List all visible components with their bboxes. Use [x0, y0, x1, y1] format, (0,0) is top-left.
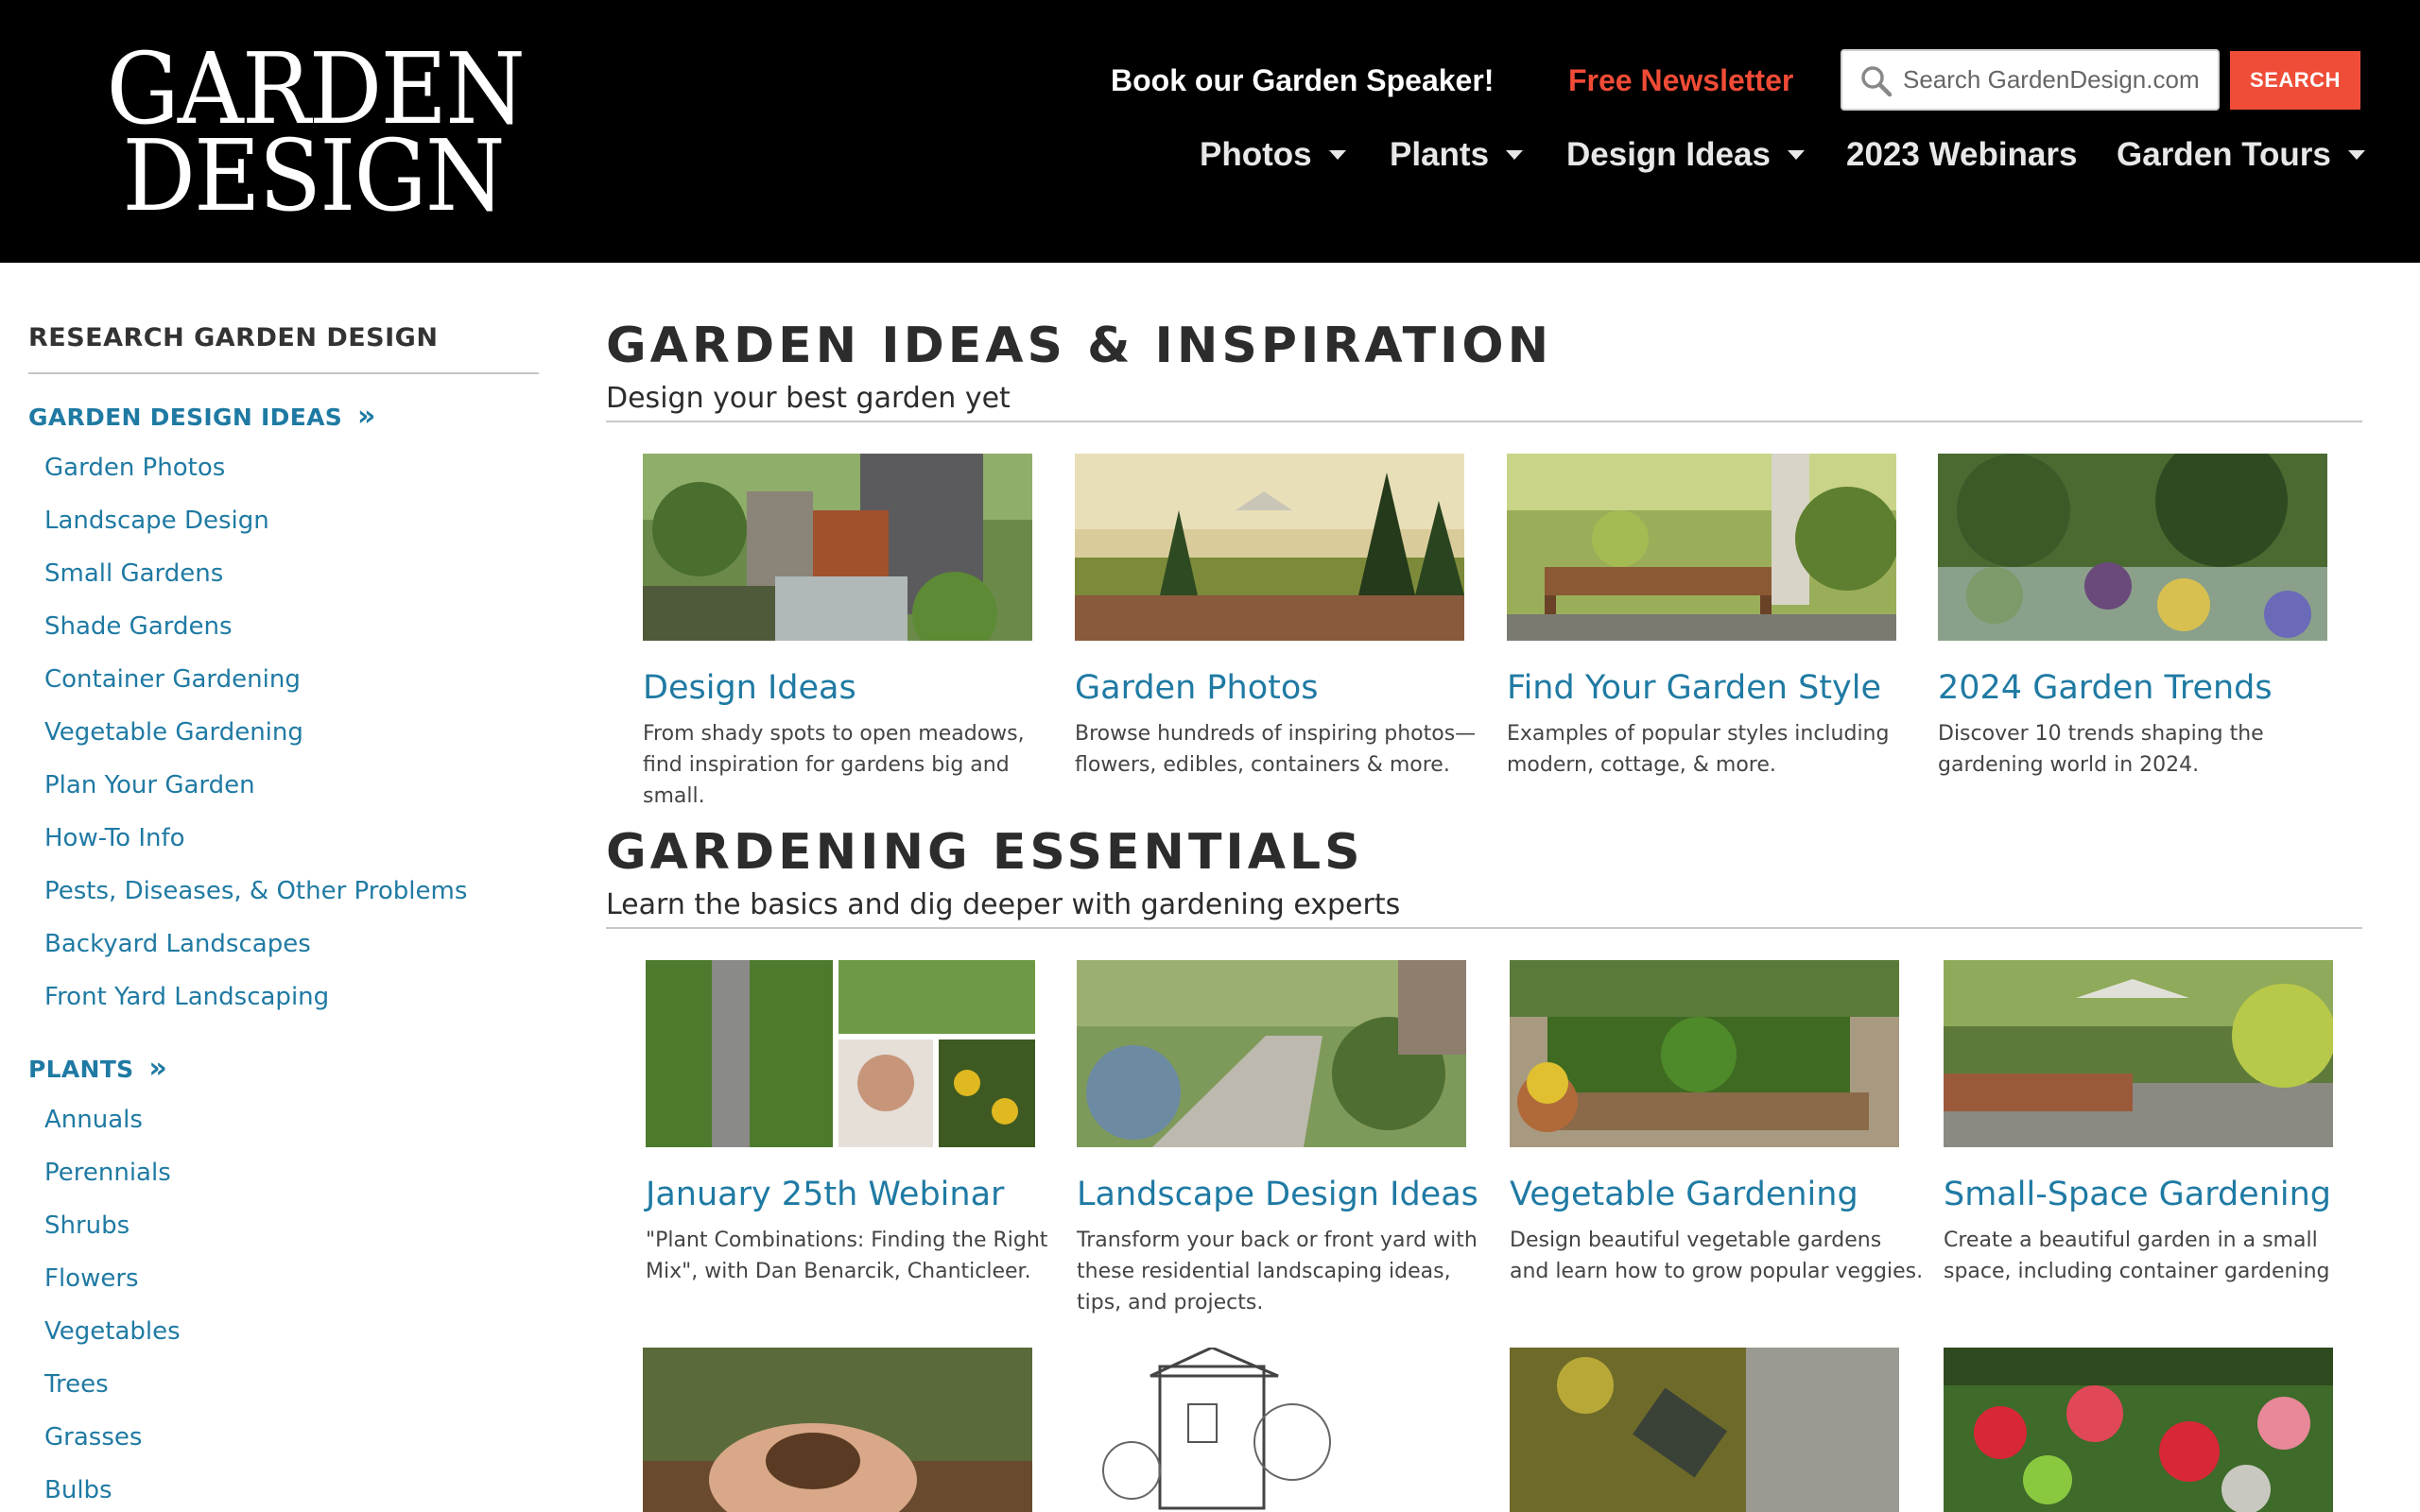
sidebar-item-pests-diseases[interactable]: Pests, Diseases, & Other Problems [44, 877, 467, 905]
sidebar-item-small-gardens[interactable]: Small Gardens [44, 559, 223, 588]
card-image[interactable] [1510, 960, 1899, 1147]
double-chevron-right-icon: » [148, 1052, 168, 1085]
section-title-essentials: GARDENING ESSENTIALS [606, 824, 1364, 881]
card-description: Discover 10 trends shaping the gardening… [1938, 722, 2264, 777]
sidebar-item-how-to-info[interactable]: How-To Info [44, 824, 185, 852]
caret-down-icon [1328, 149, 1346, 160]
sidebar-item-shrubs[interactable]: Shrubs [44, 1211, 130, 1240]
section-subtitle-essentials: Learn the basics and dig deeper with gar… [606, 888, 1401, 921]
search-button[interactable]: SEARCH [2230, 51, 2360, 110]
card-image[interactable] [1077, 960, 1466, 1147]
sidebar-category-label: PLANTS [28, 1056, 134, 1083]
section-divider [606, 421, 2362, 422]
caret-down-icon [1506, 149, 1524, 160]
card-description: From shady spots to open meadows, find i… [643, 722, 1025, 808]
card-description: Design beautiful vegetable gardens and l… [1510, 1228, 1924, 1283]
sidebar-item-annuals[interactable]: Annuals [44, 1106, 143, 1134]
sidebar-item-perennials[interactable]: Perennials [44, 1159, 171, 1187]
sidebar-divider [28, 372, 539, 374]
card-image[interactable] [1507, 454, 1896, 641]
card-image[interactable] [643, 454, 1032, 641]
nav-garden-tours-label: Garden Tours [2117, 136, 2331, 173]
sidebar-item-landscape-design[interactable]: Landscape Design [44, 507, 269, 535]
sidebar-item-garden-photos[interactable]: Garden Photos [44, 454, 225, 482]
nav-photos[interactable]: Photos [1200, 129, 1346, 181]
card-title[interactable]: Vegetable Gardening [1510, 1176, 1926, 1213]
sidebar-item-container-gardening[interactable]: Container Gardening [44, 665, 301, 694]
search-icon [1861, 66, 1893, 97]
card-image-tools[interactable] [1510, 1348, 1899, 1512]
card-image[interactable] [1075, 454, 1464, 641]
search-box [1841, 49, 2220, 111]
sidebar: RESEARCH GARDEN DESIGN GARDEN DESIGN IDE… [28, 263, 539, 1512]
card-title[interactable]: Design Ideas [643, 669, 1059, 707]
site-header: GARDEN DESIGN Book our Garden Speaker! F… [0, 0, 2420, 263]
sidebar-category-label: GARDEN DESIGN IDEAS [28, 404, 343, 431]
nav-webinars-label: 2023 Webinars [1846, 136, 2078, 173]
sidebar-item-flowers[interactable]: Flowers [44, 1264, 139, 1293]
nav-garden-tours[interactable]: Garden Tours [2117, 129, 2365, 181]
section-title-ideas: GARDEN IDEAS & INSPIRATION [606, 318, 1553, 374]
sidebar-item-backyard-landscapes[interactable]: Backyard Landscapes [44, 930, 311, 958]
free-newsletter-link[interactable]: Free Newsletter [1568, 57, 1793, 104]
sidebar-heading: RESEARCH GARDEN DESIGN [28, 323, 439, 352]
card-image-soil[interactable] [643, 1348, 1032, 1512]
card-title[interactable]: January 25th Webinar [646, 1176, 1062, 1213]
sidebar-category-garden-design-ideas[interactable]: GARDEN DESIGN IDEAS » [28, 400, 376, 433]
card-title[interactable]: Find Your Garden Style [1507, 669, 1923, 707]
nav-design-ideas-label: Design Ideas [1566, 136, 1771, 173]
sidebar-item-vegetables[interactable]: Vegetables [44, 1317, 181, 1346]
card-description: Transform your back or front yard with t… [1077, 1228, 1478, 1314]
card-title[interactable]: Garden Photos [1075, 669, 1491, 707]
card-description: Examples of popular styles including mod… [1507, 722, 1890, 777]
nav-webinars[interactable]: 2023 Webinars [1846, 129, 2078, 181]
card-description: Browse hundreds of inspiring photos—flow… [1075, 722, 1477, 777]
sidebar-item-plan-your-garden[interactable]: Plan Your Garden [44, 771, 255, 799]
section-subtitle-ideas: Design your best garden yet [606, 382, 1011, 415]
site-logo[interactable]: GARDEN DESIGN [91, 40, 535, 233]
sidebar-item-bulbs[interactable]: Bulbs [44, 1476, 112, 1504]
card-description: "Plant Combinations: Finding the Right M… [646, 1228, 1048, 1283]
card-description: Create a beautiful garden in a small spa… [1944, 1228, 2330, 1283]
card-image[interactable] [646, 960, 1035, 1147]
caret-down-icon [2347, 149, 2365, 160]
sidebar-category-plants[interactable]: PLANTS » [28, 1052, 167, 1085]
nav-design-ideas[interactable]: Design Ideas [1566, 129, 1805, 181]
caret-down-icon [1787, 149, 1805, 160]
card-title[interactable]: Small-Space Gardening [1944, 1176, 2360, 1213]
card-image-sketch[interactable] [1075, 1348, 1464, 1512]
card-title[interactable]: Landscape Design Ideas [1077, 1176, 1493, 1213]
sidebar-item-front-yard-landscaping[interactable]: Front Yard Landscaping [44, 983, 329, 1011]
sidebar-item-trees[interactable]: Trees [44, 1370, 109, 1399]
nav-plants[interactable]: Plants [1390, 129, 1524, 181]
card-title[interactable]: 2024 Garden Trends [1938, 669, 2354, 707]
nav-plants-label: Plants [1390, 136, 1490, 173]
card-image-flowerbed[interactable] [1944, 1348, 2333, 1512]
card-image[interactable] [1944, 960, 2333, 1147]
double-chevron-right-icon: » [357, 400, 376, 433]
logo-line-2: DESIGN [122, 118, 505, 233]
search-input[interactable] [1903, 59, 2205, 101]
sidebar-item-grasses[interactable]: Grasses [44, 1423, 142, 1452]
nav-photos-label: Photos [1200, 136, 1312, 173]
book-speaker-link[interactable]: Book our Garden Speaker! [1111, 57, 1494, 104]
sidebar-item-vegetable-gardening[interactable]: Vegetable Gardening [44, 718, 303, 747]
card-image[interactable] [1938, 454, 2327, 641]
sidebar-item-shade-gardens[interactable]: Shade Gardens [44, 612, 233, 641]
section-divider [606, 927, 2362, 929]
